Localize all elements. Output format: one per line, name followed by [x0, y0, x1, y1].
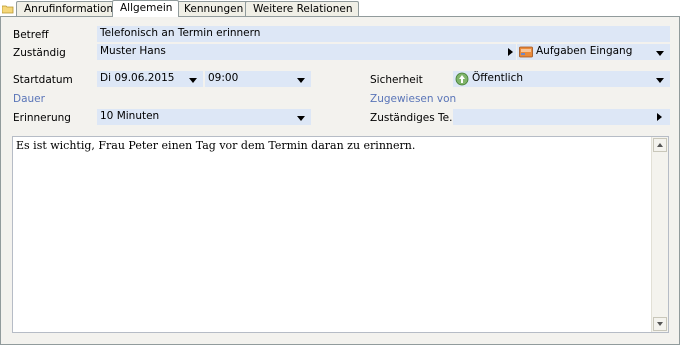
startdatum-dropdown-arrow[interactable]: [189, 78, 197, 83]
startdatum-value: Di 09.06.2015: [100, 72, 175, 84]
scroll-up-arrow-icon: [657, 143, 663, 147]
scroll-up-button[interactable]: [653, 138, 667, 152]
aufgaben-dropdown-arrow[interactable]: [656, 51, 664, 56]
startdatum-date-picker[interactable]: Di 09.06.2015: [97, 71, 203, 87]
notes-text: Es ist wichtig, Frau Peter einen Tag vor…: [16, 139, 416, 152]
zustaendiges-team-field[interactable]: [453, 109, 670, 125]
general-panel: Betreff Telefonisch an Termin erinnern Z…: [0, 17, 680, 345]
tab-bar: Anrufinformation Allgemein Kennungen Wei…: [0, 0, 680, 17]
betreff-label: Betreff: [13, 29, 49, 41]
erinnerung-dropdown-arrow[interactable]: [297, 116, 305, 121]
zustaendig-value: Muster Hans: [100, 45, 166, 57]
inbox-icon: [519, 46, 533, 58]
zustaendig-label: Zuständig: [13, 47, 66, 59]
zustaendig-picker-arrow[interactable]: [508, 48, 513, 56]
zustaendiges-team-picker-arrow[interactable]: [657, 113, 662, 121]
aufgaben-select[interactable]: Aufgaben Eingang: [517, 44, 670, 60]
tab-kennungen[interactable]: Kennungen: [176, 1, 251, 16]
public-globe-icon: [455, 72, 469, 86]
sicherheit-label: Sicherheit: [370, 74, 423, 86]
erinnerung-label: Erinnerung: [13, 112, 71, 124]
tab-anrufinformation[interactable]: Anrufinformation: [16, 1, 121, 16]
erinnerung-select[interactable]: 10 Minuten: [97, 109, 311, 125]
tab-allgemein[interactable]: Allgemein: [112, 0, 180, 17]
scroll-down-button[interactable]: [653, 317, 667, 331]
erinnerung-value: 10 Minuten: [100, 110, 160, 122]
folder-icon: [2, 5, 14, 14]
sicherheit-value: Öffentlich: [472, 72, 523, 84]
betreff-input[interactable]: Telefonisch an Termin erinnern: [97, 26, 670, 42]
sicherheit-dropdown-arrow[interactable]: [656, 78, 664, 83]
startzeit-value: 09:00: [208, 72, 239, 84]
aufgaben-value: Aufgaben Eingang: [536, 45, 633, 57]
startdatum-label: Startdatum: [13, 74, 73, 86]
startzeit-dropdown-arrow[interactable]: [297, 78, 305, 83]
notes-textarea[interactable]: Es ist wichtig, Frau Peter einen Tag vor…: [12, 136, 669, 333]
zustaendiges-team-label: Zuständiges Te...: [370, 112, 460, 124]
zustaendig-field[interactable]: Muster Hans: [97, 44, 516, 60]
scroll-down-arrow-icon: [657, 322, 663, 326]
sicherheit-select[interactable]: Öffentlich: [453, 71, 670, 87]
startzeit-time-picker[interactable]: 09:00: [205, 71, 311, 87]
notes-scrollbar[interactable]: [651, 137, 668, 332]
dauer-label: Dauer: [13, 93, 45, 105]
zugewiesen-von-label: Zugewiesen von: [370, 93, 457, 105]
tab-weitere-relationen[interactable]: Weitere Relationen: [245, 1, 360, 16]
